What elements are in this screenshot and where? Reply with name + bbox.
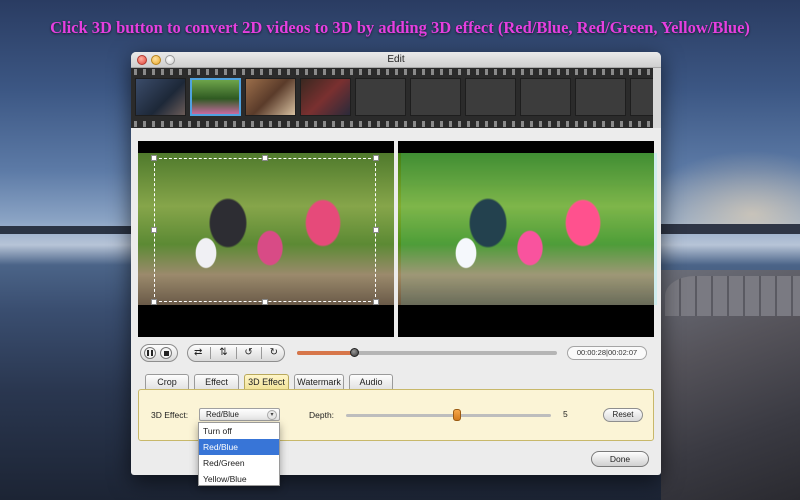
done-button[interactable]: Done: [591, 451, 649, 467]
empty-frame-slot[interactable]: [575, 78, 626, 116]
dropdown-option[interactable]: Turn off: [199, 423, 279, 439]
transform-buttons: ⇄ ⇅ ↺ ↻: [187, 344, 285, 362]
flip-vertical-icon[interactable]: ⇅: [219, 348, 227, 358]
edit-window: Edit ⇄ ⇅ ↺ ↻ 00:00:28|00:02:07 Crop Effe…: [131, 52, 661, 475]
3d-effect-label: 3D Effect:: [151, 410, 189, 420]
headline: Click 3D button to convert 2D videos to …: [50, 18, 750, 37]
tab-crop[interactable]: Crop: [145, 374, 189, 389]
reset-button[interactable]: Reset: [603, 408, 643, 422]
output-3d-video-frame: [398, 153, 657, 305]
progress-knob[interactable]: [350, 348, 360, 357]
depth-value: 5: [563, 409, 568, 419]
flip-horizontal-icon[interactable]: ⇄: [194, 348, 202, 358]
crop-box[interactable]: [151, 155, 379, 305]
tab-effect[interactable]: Effect: [194, 374, 239, 389]
3d-effect-selected-value: Red/Blue: [206, 410, 239, 419]
crop-handle[interactable]: [262, 299, 268, 305]
sky-glow: [640, 150, 800, 230]
dropdown-option[interactable]: Red/Blue: [199, 439, 279, 455]
filmstrip-frames: [135, 78, 661, 116]
crop-handle[interactable]: [262, 155, 268, 161]
video-thumbnail[interactable]: [190, 78, 241, 116]
video-thumbnail[interactable]: [135, 78, 186, 116]
depth-label: Depth:: [309, 410, 335, 420]
crop-handle[interactable]: [373, 227, 379, 233]
empty-frame-slot[interactable]: [410, 78, 461, 116]
preview-area: [138, 141, 657, 337]
title-bar: Edit: [131, 52, 661, 68]
tab-watermark[interactable]: Watermark: [294, 374, 344, 389]
film-perforations-bottom: [131, 121, 661, 127]
playback-buttons: [140, 344, 178, 362]
output-preview: [398, 141, 657, 337]
stop-button[interactable]: [160, 347, 172, 359]
empty-frame-slot[interactable]: [355, 78, 406, 116]
crop-handle[interactable]: [151, 155, 157, 161]
playback-progress-slider[interactable]: [297, 348, 557, 357]
crop-handle[interactable]: [151, 227, 157, 233]
video-thumbnail[interactable]: [245, 78, 296, 116]
3d-effect-select[interactable]: Red/Blue ▾: [199, 408, 280, 421]
depth-slider-knob[interactable]: [452, 409, 461, 421]
filmstrip: [131, 68, 661, 128]
video-thumbnail[interactable]: [300, 78, 351, 116]
horizon-land-left: [0, 226, 132, 234]
dropdown-option[interactable]: Red/Green: [199, 455, 279, 471]
empty-frame-slot[interactable]: [465, 78, 516, 116]
rotate-left-icon[interactable]: ↺: [244, 348, 252, 358]
film-perforations-top: [131, 69, 661, 75]
divider: [235, 347, 237, 359]
pause-button[interactable]: [144, 347, 156, 359]
empty-frame-slot[interactable]: [520, 78, 571, 116]
horizon-land-right: [661, 224, 800, 234]
time-display: 00:00:28|00:02:07: [567, 346, 647, 360]
progress-fill: [297, 351, 355, 355]
tab-audio[interactable]: Audio: [349, 374, 393, 389]
crop-handle[interactable]: [151, 299, 157, 305]
depth-slider[interactable]: [346, 409, 551, 421]
window-title: Edit: [387, 54, 405, 65]
tab-3d-effect[interactable]: 3D Effect: [244, 374, 289, 389]
filmstrip-scrollbar[interactable]: [653, 68, 661, 128]
chevron-down-icon: ▾: [267, 410, 277, 420]
dropdown-option[interactable]: Yellow/Blue: [199, 471, 279, 487]
edit-tabs: Crop Effect 3D Effect Watermark Audio: [145, 374, 393, 389]
original-preview: [138, 141, 394, 337]
shore-rocks: [661, 270, 800, 500]
divider: [260, 347, 262, 359]
crop-handle[interactable]: [373, 299, 379, 305]
playback-controls: ⇄ ⇅ ↺ ↻ 00:00:28|00:02:07: [140, 344, 652, 364]
rotate-right-icon[interactable]: ↻: [270, 348, 278, 358]
3d-effect-dropdown-menu: Turn off Red/Blue Red/Green Yellow/Blue: [198, 422, 280, 486]
crop-handle[interactable]: [373, 155, 379, 161]
divider: [210, 347, 212, 359]
